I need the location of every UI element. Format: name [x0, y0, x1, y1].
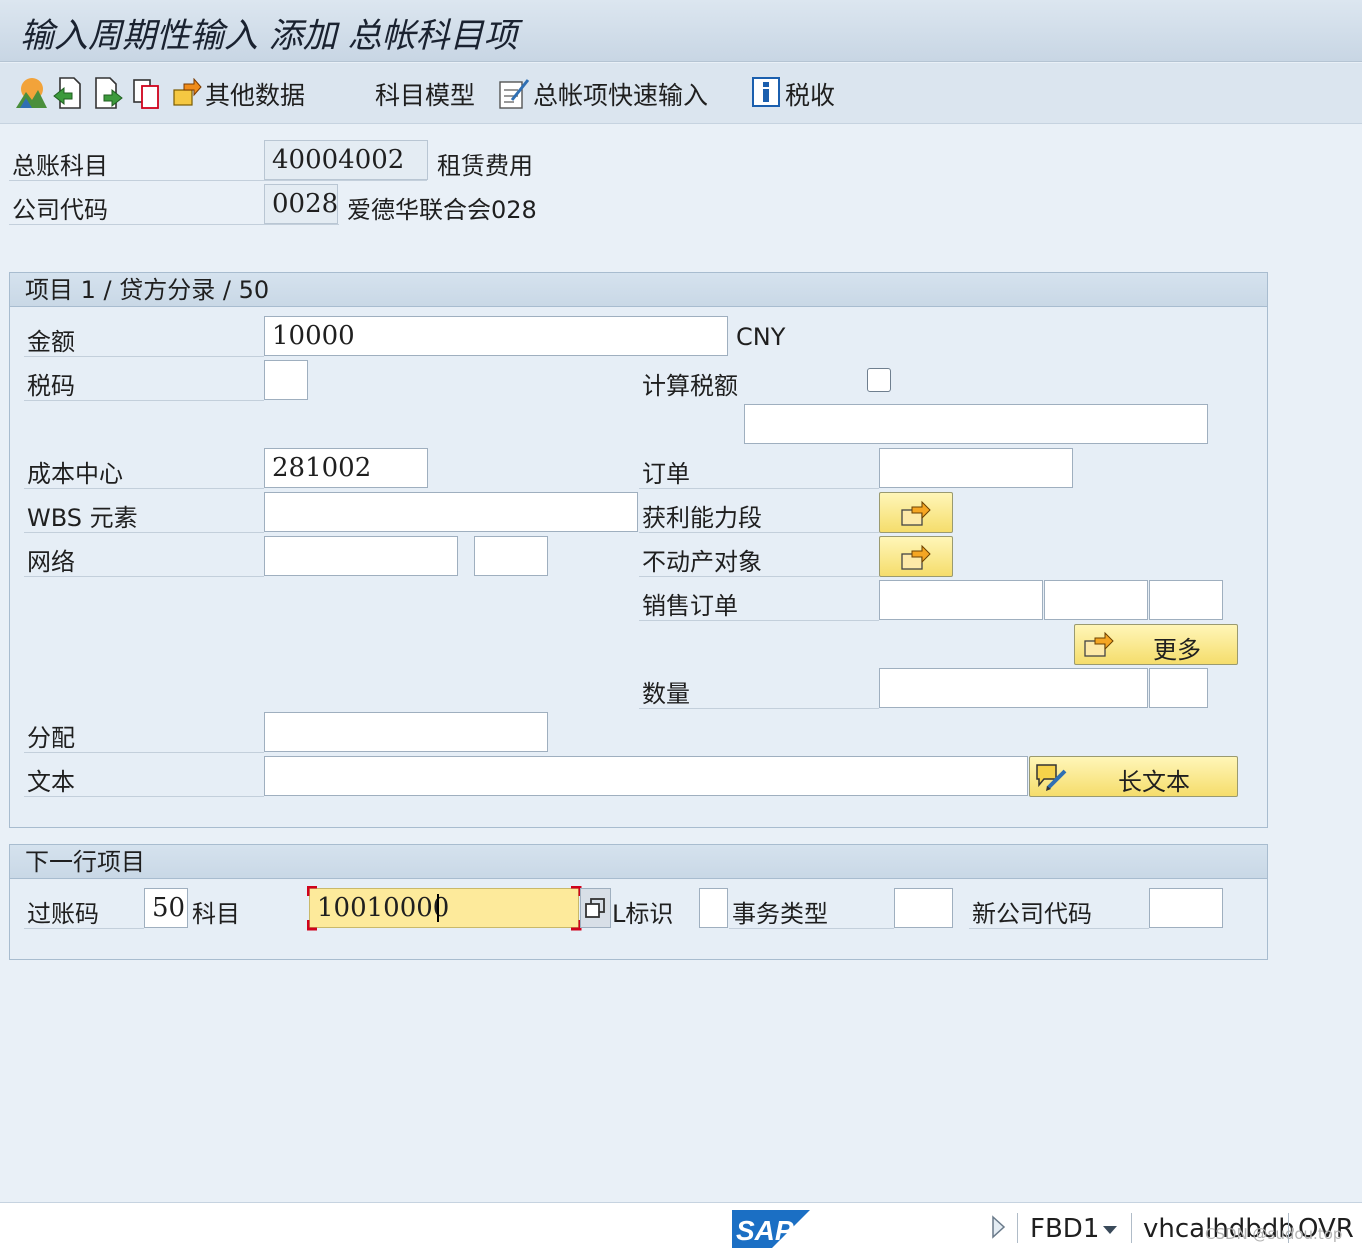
- tax-code-input[interactable]: [264, 360, 308, 400]
- document-previous-icon[interactable]: [52, 76, 82, 114]
- copy-icon[interactable]: [132, 78, 162, 114]
- calc-tax-label: 计算税额: [642, 372, 738, 400]
- special-gl-input[interactable]: [699, 888, 728, 928]
- status-divider: [1131, 1213, 1132, 1243]
- item-group-heading: 项目 1 / 贷方分录 / 50: [10, 273, 1267, 307]
- company-code-field: 0028: [264, 184, 338, 224]
- wbs-label: WBS 元素: [27, 504, 138, 532]
- network-label: 网络: [27, 548, 75, 576]
- trans-type-input[interactable]: [894, 888, 953, 928]
- assignment-input[interactable]: [264, 712, 548, 752]
- arrow-right-icon: [900, 544, 932, 578]
- speech-bubble-pencil-icon: [1034, 762, 1068, 798]
- account-label: 科目: [192, 900, 240, 928]
- quantity-label: 数量: [642, 680, 690, 708]
- account-search-help-button[interactable]: [580, 888, 611, 928]
- special-gl-label: L标识: [612, 900, 674, 928]
- tax-button[interactable]: 税收: [785, 76, 835, 112]
- company-code-description: 爱德华联合会028: [347, 196, 537, 224]
- quantity-input[interactable]: [879, 668, 1148, 708]
- real-estate-label: 不动产对象: [642, 548, 762, 576]
- text-label: 文本: [27, 768, 75, 796]
- sap-logo: SAP: [732, 1210, 810, 1250]
- arrow-right-icon: [900, 500, 932, 534]
- more-label: 更多: [1153, 636, 1201, 664]
- posting-key-label: 过账码: [27, 900, 99, 928]
- network-input[interactable]: [264, 536, 458, 576]
- wbs-input[interactable]: [264, 492, 638, 532]
- new-company-code-label: 新公司代码: [972, 900, 1092, 928]
- gl-account-label: 总账科目: [12, 152, 108, 180]
- mountain-sun-icon[interactable]: [14, 76, 48, 114]
- gl-fast-entry-button[interactable]: 总帐项快速输入: [533, 76, 708, 112]
- chevron-down-icon[interactable]: [1102, 1221, 1118, 1240]
- new-company-code-input[interactable]: [1149, 888, 1223, 928]
- real-estate-button[interactable]: [879, 536, 953, 577]
- value-help-icon: [583, 897, 607, 925]
- sales-order-schedule-input[interactable]: [1149, 580, 1223, 620]
- title-bar: 输入周期性输入 添加 总帐科目项: [0, 0, 1362, 62]
- watermark: CSDN @sudou.top: [1205, 1225, 1343, 1243]
- application-toolbar: 其他数据 科目模型 总帐项快速输入 税收: [0, 63, 1362, 124]
- tax-code-label: 税码: [27, 372, 75, 400]
- sap-logo-text: SAP: [736, 1215, 794, 1246]
- document-next-icon[interactable]: [94, 76, 124, 114]
- calc-tax-checkbox[interactable]: [867, 368, 891, 392]
- transaction-code: FBD1: [1030, 1214, 1100, 1244]
- profit-segment-label: 获利能力段: [642, 504, 762, 532]
- info-icon[interactable]: [752, 77, 780, 111]
- cost-center-label: 成本中心: [27, 460, 123, 488]
- order-label: 订单: [642, 460, 690, 488]
- order-input[interactable]: [879, 448, 1073, 488]
- gl-account-description: 租赁费用: [437, 152, 533, 180]
- amount-input[interactable]: 10000: [264, 316, 728, 356]
- other-data-icon[interactable]: [172, 77, 202, 112]
- other-data-button[interactable]: 其他数据: [205, 76, 305, 112]
- sales-order-item-input[interactable]: [1044, 580, 1148, 620]
- long-text-label: 长文本: [1118, 768, 1190, 796]
- company-code-label: 公司代码: [12, 196, 108, 224]
- arrow-right-icon: [1083, 631, 1115, 665]
- focus-corner-markers: [306, 885, 582, 935]
- page-title: 输入周期性输入 添加 总帐科目项: [20, 16, 518, 56]
- more-button[interactable]: 更多: [1074, 624, 1238, 665]
- status-expand-icon[interactable]: [990, 1215, 1006, 1243]
- cost-center-input[interactable]: 281002: [264, 448, 428, 488]
- status-divider: [1017, 1213, 1018, 1243]
- assignment-label: 分配: [27, 724, 75, 752]
- sales-order-input[interactable]: [879, 580, 1043, 620]
- next-item-heading: 下一行项目: [10, 845, 1267, 879]
- gl-account-field: 40004002: [264, 140, 428, 180]
- text-input[interactable]: [264, 756, 1028, 796]
- tax-extra-input[interactable]: [744, 404, 1208, 444]
- profit-segment-button[interactable]: [879, 492, 953, 533]
- sales-order-label: 销售订单: [642, 592, 738, 620]
- quantity-unit-input[interactable]: [1149, 668, 1208, 708]
- trans-type-label: 事务类型: [732, 900, 828, 928]
- status-bar: SAP FBD1 vhcalhdbdb OVR CSDN @sudou.top: [0, 1202, 1362, 1250]
- long-text-button[interactable]: 长文本: [1029, 756, 1238, 797]
- fast-entry-icon[interactable]: [498, 76, 530, 114]
- network-activity-input[interactable]: [474, 536, 548, 576]
- account-model-button[interactable]: 科目模型: [375, 76, 475, 112]
- currency-label: CNY: [736, 323, 786, 351]
- amount-label: 金额: [27, 328, 75, 356]
- posting-key-input[interactable]: 50: [144, 888, 188, 928]
